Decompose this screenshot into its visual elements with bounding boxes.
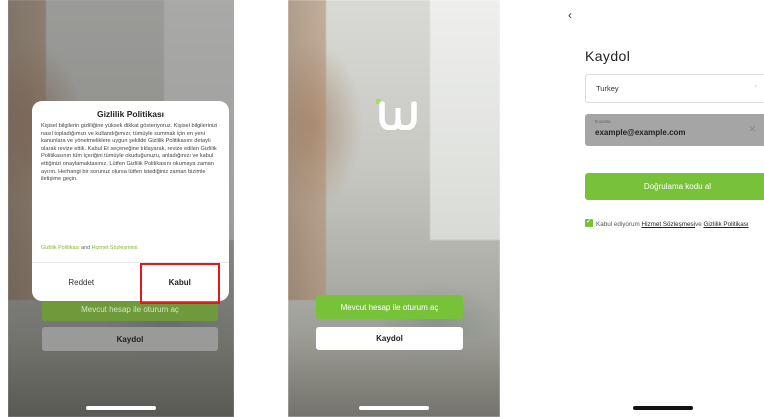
country-select[interactable]: Turkey ›: [585, 74, 764, 103]
home-indicator: [359, 406, 429, 410]
and-text: and: [81, 245, 91, 251]
reject-button[interactable]: Reddet: [32, 263, 131, 301]
country-value: Turkey: [596, 84, 619, 93]
email-label: E-posta: [595, 119, 611, 124]
consent-and: ve: [695, 221, 702, 228]
register-button[interactable]: Kaydol: [42, 327, 218, 351]
get-verification-code-button[interactable]: Doğrulama kodu al: [585, 173, 764, 200]
app-logo-icon: [376, 99, 417, 130]
privacy-policy-link[interactable]: Gizlilik Politikası: [703, 221, 748, 228]
consent-checkbox[interactable]: [585, 217, 593, 227]
terms-of-service-link[interactable]: Hizmet Sözleşmesi: [92, 245, 138, 251]
page-title: Kaydol: [585, 48, 631, 64]
email-value: example@example.com: [595, 128, 686, 137]
policy-links: Gizlilik Politikası and Hizmet Sözleşmes…: [32, 241, 229, 251]
background-photo: [288, 0, 500, 417]
home-indicator: [633, 406, 693, 410]
register-button[interactable]: Kaydol: [316, 327, 463, 350]
chevron-right-icon: ›: [754, 83, 757, 90]
dialog-title: Gizlilik Politikası: [96, 109, 165, 119]
back-chevron-icon[interactable]: ‹: [568, 9, 572, 21]
terms-of-service-link[interactable]: Hizmet Sözleşmesi: [642, 221, 696, 228]
screen-register-form: ‹ Kaydol Turkey › E-posta example@exampl…: [562, 0, 764, 417]
accept-highlight-box: [140, 263, 220, 304]
privacy-policy-link[interactable]: Gizlilik Politikası: [41, 245, 80, 251]
dialog-body-text: Kişisel bilgilerin gizliliğine yüksek di…: [41, 123, 218, 183]
consent-text: Kabul ediyorum: [596, 221, 640, 228]
home-indicator: [86, 406, 156, 410]
login-existing-account-button[interactable]: Mevcut hesap ile oturum aç: [316, 295, 463, 319]
screen-privacy-dialog: Mevcut hesap ile oturum aç Kaydol Gizlil…: [8, 0, 234, 417]
screen-welcome: Mevcut hesap ile oturum aç Kaydol: [288, 0, 500, 417]
terms-consent: Kabul ediyorum Hizmet Sözleşmesive Gizli…: [585, 217, 764, 229]
email-field[interactable]: E-posta example@example.com ✕: [585, 114, 764, 146]
clear-icon[interactable]: ✕: [748, 124, 756, 135]
